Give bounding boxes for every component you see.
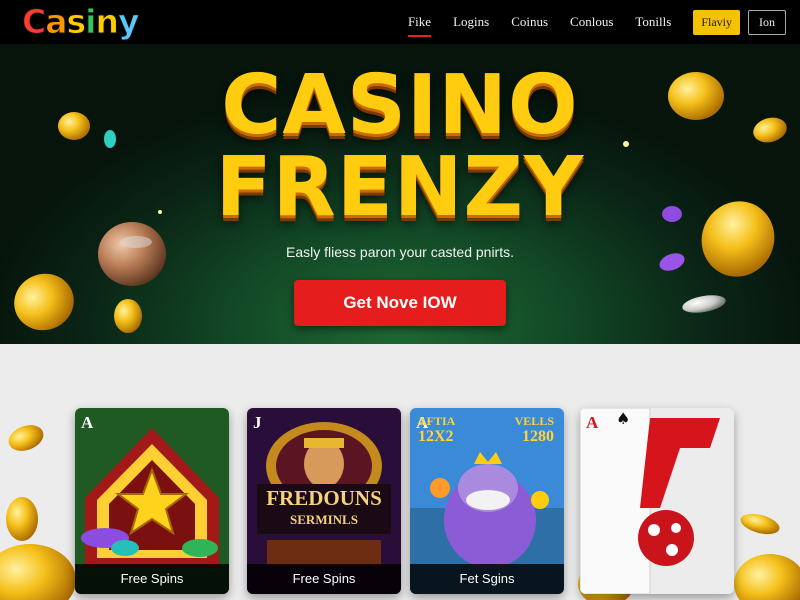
nav-link-conlous[interactable]: Conlous xyxy=(570,14,613,30)
game-card-1[interactable]: A Free Spins xyxy=(75,408,229,594)
casiny-logo[interactable]: Casiny xyxy=(21,2,139,42)
card-game-title: FREDOUNS xyxy=(266,486,382,510)
card-caption: Free Spins xyxy=(75,564,229,594)
games-section: A Free Spins J FREDOUNS SERMINLS Free Sp… xyxy=(0,344,800,600)
card-banner-left-value: 12X2 xyxy=(418,428,454,445)
card-banner-right: VELLS xyxy=(514,414,554,428)
card-corner-letter: A xyxy=(586,413,599,432)
game-card-2[interactable]: J FREDOUNS SERMINLS Free Spins xyxy=(247,408,401,594)
card-caption: Free Spins xyxy=(247,564,401,594)
card-game-subtitle: SERMINLS xyxy=(290,512,358,527)
hero-title-line1: CASINO xyxy=(221,58,579,153)
nav-link-fike[interactable]: Fike xyxy=(407,14,432,37)
top-navigation: Casiny Fike Logins Coinus Conlous Tonill… xyxy=(0,0,800,44)
card-corner-letter: J xyxy=(253,413,262,432)
nav-link-tonills[interactable]: Tonills xyxy=(635,14,671,30)
playing-card-artwork: ♠ xyxy=(580,408,734,594)
nav-link-logins[interactable]: Logins xyxy=(453,14,489,30)
hero-title-line2: FRENZY xyxy=(215,140,585,235)
nav-menu: Fike Logins Coinus Conlous Tonills Flavi… xyxy=(407,0,800,44)
join-button[interactable]: Ion xyxy=(748,9,786,35)
card-banner-left: AFTIA xyxy=(418,414,456,428)
card-caption: Fet Sgins xyxy=(410,564,564,594)
card-banner-right-value: 1280 xyxy=(522,428,554,445)
card-corner-letter: A xyxy=(81,413,94,432)
game-card-3[interactable]: A AFTIA 12X2 VELLS 1280 Fet Sgins xyxy=(410,408,564,594)
nav-link-coinus[interactable]: Coinus xyxy=(511,14,548,30)
hero-subtitle: Easly fliess paron your casted pnirts. xyxy=(286,244,514,260)
play-button[interactable]: Flaviy xyxy=(693,9,740,35)
spade-icon: ♠ xyxy=(616,409,630,428)
hero-banner: CASINO FRENZY Easly fliess paron your ca… xyxy=(0,44,800,344)
game-card-4[interactable]: ♠ A xyxy=(580,408,734,594)
get-now-button[interactable]: Get Nove IOW xyxy=(294,280,506,326)
